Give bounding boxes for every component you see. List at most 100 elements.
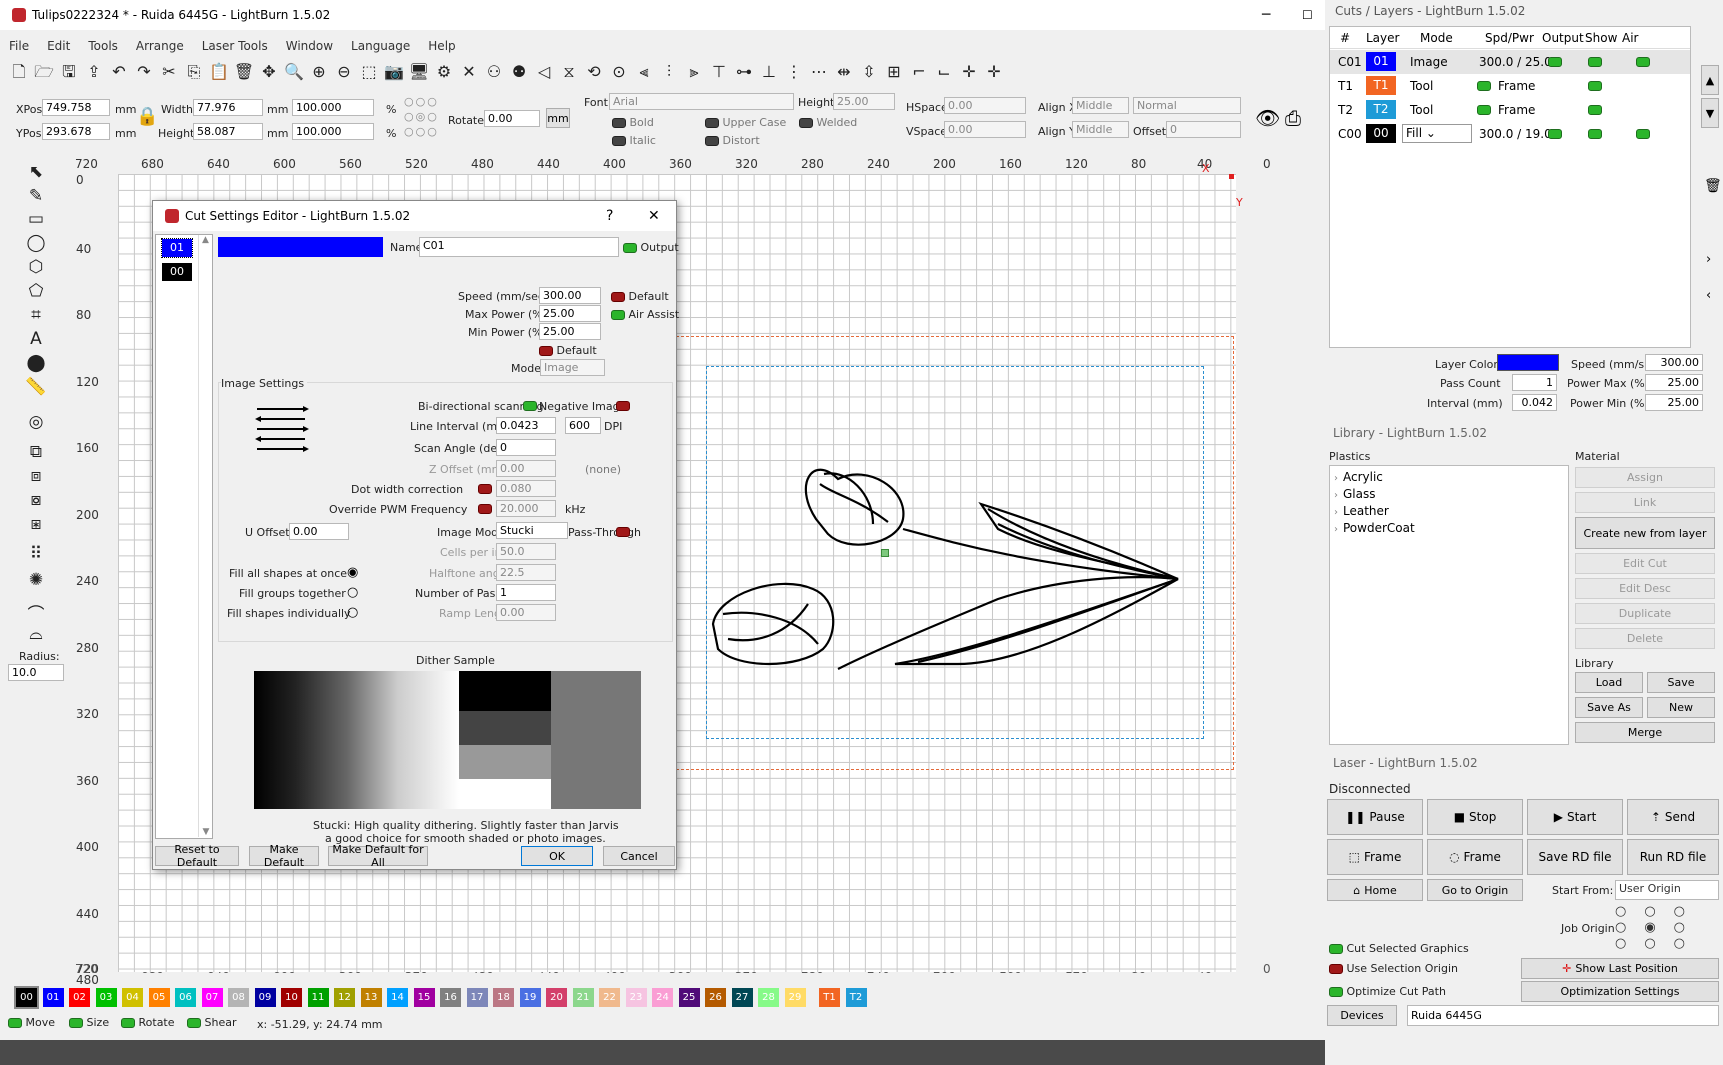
duplicate-button[interactable]: Duplicate (1575, 603, 1715, 624)
distort-toggle[interactable]: Distort (705, 134, 760, 147)
cuts-row-air-switch-icon[interactable] (1636, 129, 1650, 139)
cuts-row-t1[interactable]: T1 T1 Tool Frame (1330, 74, 1690, 98)
font-select[interactable]: Arial (609, 93, 794, 110)
palette-swatch-28[interactable]: 28 (758, 988, 779, 1007)
cut-icon[interactable]: ✂ (158, 61, 180, 83)
bidir-switch-icon[interactable] (523, 399, 537, 412)
preview-icon[interactable]: 👁 (1255, 106, 1280, 130)
power-min-input[interactable]: 25.00 (1645, 394, 1703, 411)
palette-swatch-27[interactable]: 27 (731, 988, 753, 1007)
space-v-icon[interactable]: ⇳ (858, 61, 880, 83)
vspace-input[interactable]: 0.00 (944, 121, 1026, 138)
palette-swatch-24[interactable]: 24 (652, 988, 673, 1007)
align-right-icon[interactable]: ⫸ (683, 61, 705, 83)
cuts-row-c01[interactable]: C01 01 Image 300.0 / 25.0 (1330, 50, 1690, 74)
make-default-all-button[interactable]: Make Default for All (328, 843, 428, 869)
space-h-icon[interactable]: ⇹ (833, 61, 855, 83)
collapse-left-icon[interactable]: ‹ (1706, 288, 1711, 303)
palette-swatch-18[interactable]: 18 (493, 988, 514, 1007)
cuts-row-c00[interactable]: C00 00 Fill ⌄ 300.0 / 19.0 (1330, 122, 1690, 146)
height-input[interactable]: 58.087 (193, 123, 263, 140)
group-icon[interactable]: ⚇ (483, 61, 505, 83)
delete-layer-icon[interactable]: 🗑 (1704, 178, 1722, 194)
pwm-switch-icon[interactable] (478, 502, 492, 515)
size-toggle[interactable]: Size (69, 1016, 109, 1029)
palette-swatch-03[interactable]: 03 (95, 988, 117, 1007)
palette-swatch-19[interactable]: 19 (519, 988, 541, 1007)
crosshair-icon[interactable]: ✛ (958, 61, 980, 83)
height-pct-input[interactable]: 100.000 (292, 123, 374, 140)
palette-swatch-14[interactable]: 14 (387, 988, 408, 1007)
frame-circle-button[interactable]: ◌ Frame (1427, 839, 1523, 875)
monitor-icon[interactable]: 🖥 (408, 61, 430, 83)
palette-swatch-16[interactable]: 16 (440, 988, 461, 1007)
use-selection-origin-toggle[interactable]: Use Selection Origin (1329, 962, 1458, 975)
speed-panel-input[interactable]: 300.00 (1645, 354, 1703, 371)
palette-swatch-15[interactable]: 15 (413, 988, 435, 1007)
speed-input[interactable]: 300.00 (539, 287, 601, 304)
offset-input[interactable]: 0 (1166, 121, 1241, 138)
negative-image-switch-icon[interactable] (616, 399, 630, 412)
frame-rect-button[interactable]: ⬚ Frame (1327, 839, 1423, 875)
palette-swatch-00[interactable]: 00 (14, 986, 39, 1009)
distribute-v-icon[interactable]: ⋯ (808, 61, 830, 83)
layer-color-swatch[interactable] (218, 237, 383, 257)
start-from-select[interactable]: User Origin (1615, 880, 1719, 900)
rotate-toggle[interactable]: Rotate (121, 1016, 175, 1029)
move-layer-up-icon[interactable]: ▲ (1701, 65, 1719, 95)
layer-list-scrollbar[interactable]: ▲ ▼ (198, 235, 212, 837)
camera-icon[interactable]: 📷 (383, 61, 405, 83)
palette-swatch-12[interactable]: 12 (334, 988, 355, 1007)
layer-color-button[interactable] (1497, 354, 1559, 371)
palette-swatch-09[interactable]: 09 (254, 988, 276, 1007)
optimize-path-toggle[interactable]: Optimize Cut Path (1329, 985, 1446, 998)
settings-icon[interactable]: ⚙ (433, 61, 455, 83)
center-icon[interactable]: ⊙ (608, 61, 630, 83)
palette-swatch-13[interactable]: 13 (360, 988, 382, 1007)
edit-cut-button[interactable]: Edit Cut (1575, 553, 1715, 574)
crosshair2-icon[interactable]: ✛ (983, 61, 1005, 83)
library-item-glass[interactable]: › Glass (1334, 487, 1376, 501)
show-last-position-button[interactable]: ✛ Show Last Position (1521, 958, 1719, 979)
library-item-acrylic[interactable]: › Acrylic (1334, 470, 1383, 484)
menu-item-language[interactable]: Language (342, 36, 419, 56)
corner2-icon[interactable]: ⌙ (933, 61, 955, 83)
save-as-button[interactable]: Save As (1575, 697, 1643, 718)
dialog-help-icon[interactable]: ? (606, 208, 613, 224)
aligny-select[interactable]: Middle (1072, 121, 1129, 138)
lock-icon[interactable]: 🔒 (136, 106, 158, 127)
palette-swatch-02[interactable]: 02 (69, 988, 90, 1007)
move-toggle[interactable]: Move (8, 1016, 55, 1029)
layer-item-01[interactable]: 01 (161, 238, 193, 258)
anchor-grid-icon[interactable]: ○○○ ○◎○ ○○○ (404, 94, 446, 140)
redo-icon[interactable]: ↷ (133, 61, 155, 83)
cut-selected-toggle[interactable]: Cut Selected Graphics (1329, 942, 1469, 955)
min-power-input[interactable]: 25.00 (539, 323, 601, 340)
ok-button[interactable]: OK (521, 846, 593, 866)
cuts-row-layer-badge[interactable]: 00 (1366, 124, 1396, 143)
palette-swatch-20[interactable]: 20 (546, 988, 567, 1007)
interval-panel-input[interactable]: 0.042 (1512, 394, 1557, 411)
stop-button[interactable]: ■ Stop (1427, 799, 1523, 835)
paste-icon[interactable]: 📋 (208, 61, 230, 83)
align-left-icon[interactable]: ⫷ (633, 61, 655, 83)
assign-button[interactable]: Assign (1575, 467, 1715, 488)
name-input[interactable]: C01 (419, 237, 619, 257)
image-mode-select[interactable]: Stucki (496, 522, 568, 539)
output-toggle[interactable]: Output (623, 241, 679, 254)
maximize-icon[interactable]: ☐ (1302, 8, 1313, 22)
dpi-input[interactable]: 600 (565, 417, 601, 434)
dot-width-switch-icon[interactable] (478, 482, 492, 495)
mode-select[interactable]: Image (540, 359, 605, 376)
palette-swatch-01[interactable]: 01 (42, 988, 64, 1007)
palette-swatch-29[interactable]: 29 (784, 988, 806, 1007)
palette-swatch-26[interactable]: 26 (705, 988, 726, 1007)
fill-all-radio[interactable]: ◉ (347, 565, 358, 580)
z-offset-input[interactable]: 0.00 (496, 460, 556, 477)
library-item-leather[interactable]: › Leather (1334, 504, 1389, 518)
unit-toggle-button[interactable]: mm (546, 108, 570, 128)
optimization-settings-button[interactable]: Optimization Settings (1521, 981, 1719, 1002)
rotate-input[interactable]: 0.00 (484, 110, 540, 127)
layer-item-00[interactable]: 00 (162, 263, 192, 281)
align-middle-icon[interactable]: ⊶ (733, 61, 755, 83)
